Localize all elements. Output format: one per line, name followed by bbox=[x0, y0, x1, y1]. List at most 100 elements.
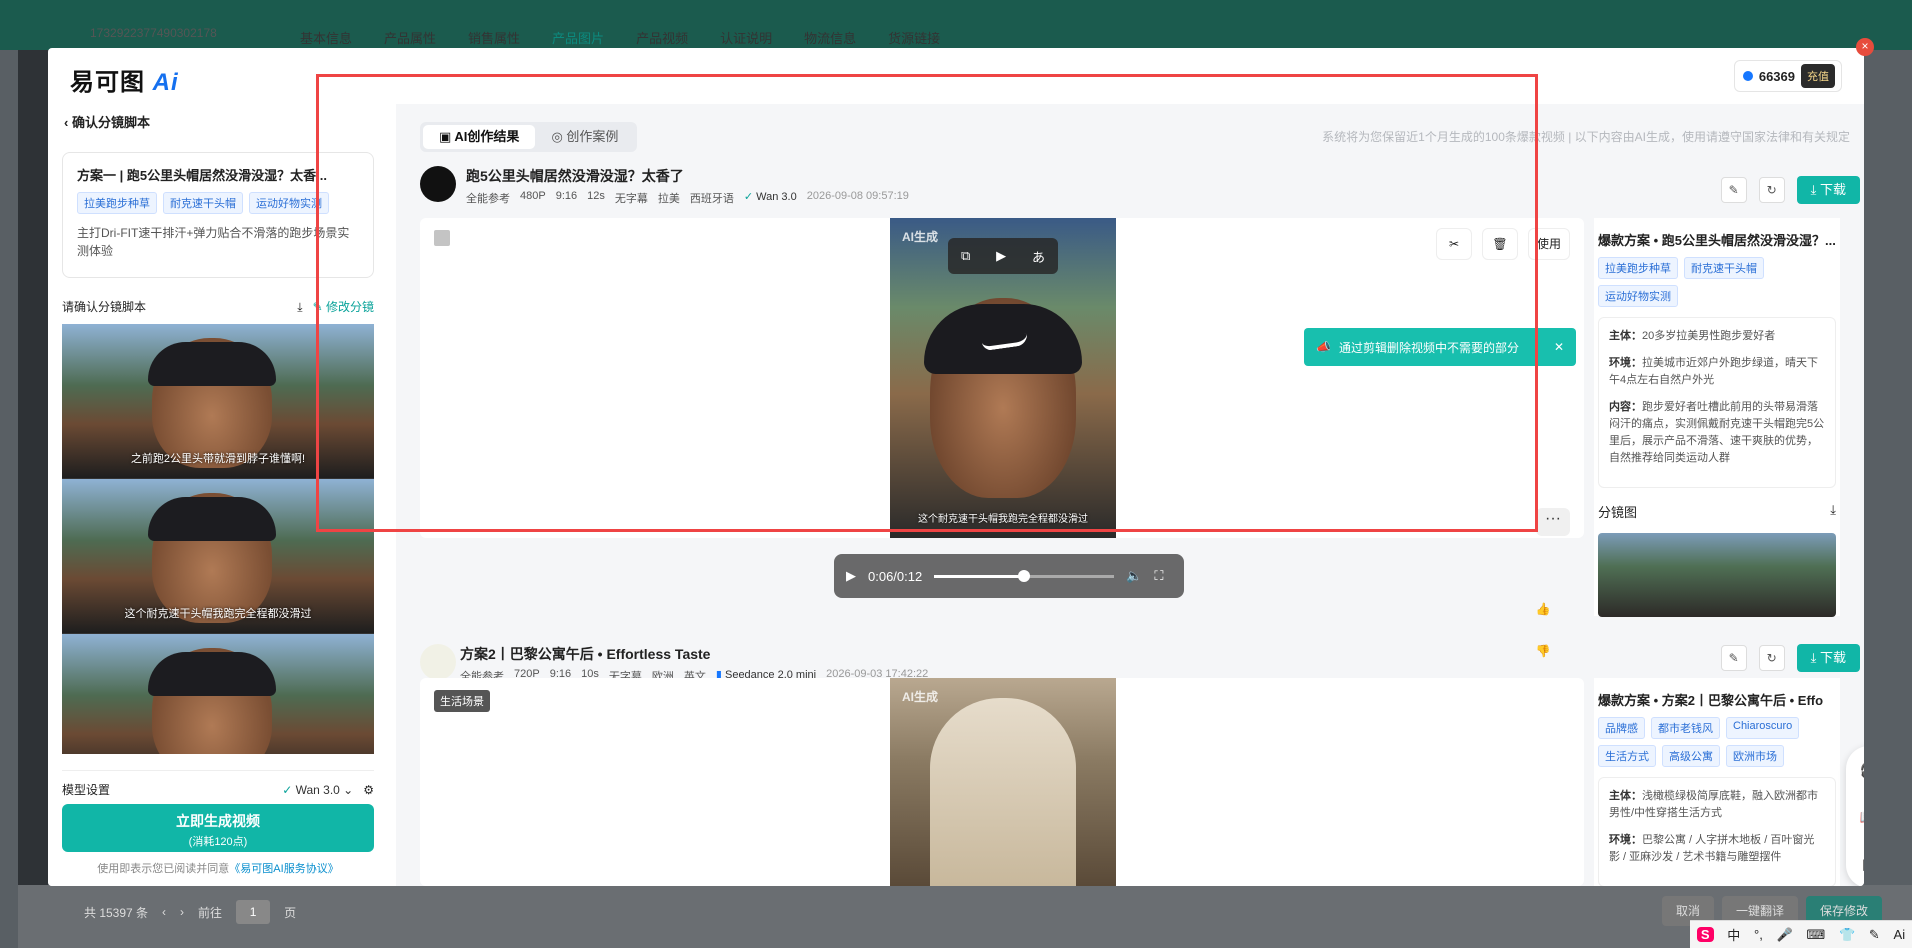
close-icon[interactable]: ✕ bbox=[1554, 340, 1564, 354]
panel-description: 主体：浅橄榄绿极简厚底鞋，融入欧洲都市男性/中性穿搭生活方式 环境：巴黎公寓 /… bbox=[1598, 777, 1836, 886]
case-icon: ◎ bbox=[551, 129, 567, 144]
fullscreen-icon[interactable]: ⛶ bbox=[1154, 568, 1163, 584]
tab-ai-results[interactable]: ▣ AI创作结果 bbox=[423, 125, 536, 149]
plan-detail-panel: 爆款方案 • 跑5公里头帽居然没滑没湿？... 拉美跑步种草 耐克速干头帽 运动… bbox=[1594, 218, 1840, 617]
subject-key: 主体： bbox=[1609, 330, 1642, 342]
meta-model: ✓ Wan 3.0 bbox=[744, 190, 797, 206]
book-icon[interactable]: 📖 bbox=[1860, 808, 1864, 826]
scissors-icon[interactable]: ✂ bbox=[1435, 228, 1472, 260]
megaphone-icon: 📣 bbox=[1316, 340, 1331, 354]
tag: Chiaroscuro bbox=[1726, 717, 1800, 739]
tab-label: 创作案例 bbox=[566, 129, 619, 144]
tab-cases[interactable]: ◎ 创作案例 bbox=[535, 125, 634, 149]
storyboard-frames: 之前跑2公里头带就滑到脖子谁懂啊! 这个耐克速干头帽我跑完全程都没滑过 bbox=[62, 324, 374, 754]
shirt-icon[interactable]: 👕 bbox=[1839, 927, 1855, 943]
settings-sliders-icon[interactable]: ⚙ bbox=[363, 783, 374, 797]
goto-label: 前往 bbox=[198, 905, 223, 920]
ime-lang[interactable]: 中 bbox=[1727, 925, 1740, 944]
generate-video-button[interactable]: 立即生成视频 (消耗120点) bbox=[62, 804, 374, 852]
result-tabs: ▣ AI创作结果 ◎ 创作案例 bbox=[420, 122, 638, 152]
check-shield-icon: ✓ bbox=[282, 782, 296, 797]
edit-label: 修改分镜 bbox=[325, 300, 374, 314]
scene-tag: 生活场景 bbox=[434, 690, 490, 712]
refresh-icon[interactable]: ↻ bbox=[1758, 177, 1785, 203]
download-icon[interactable]: ⤓ bbox=[297, 300, 302, 314]
plan-card[interactable]: 方案一 | 跑5公里头帽居然没滑没湿？太香... 拉美跑步种草 耐克速干头帽 运… bbox=[62, 152, 374, 278]
meta-item: 西班牙语 bbox=[689, 193, 734, 205]
ime-logo[interactable]: S bbox=[1696, 927, 1714, 942]
download-icon[interactable]: ⤓ bbox=[1830, 502, 1836, 521]
thumbs-up-icon[interactable]: 👍 bbox=[1530, 596, 1556, 622]
meta-item: 480P bbox=[520, 190, 546, 202]
result-title: 方案2丨巴黎公寓午后 • Effortless Taste bbox=[460, 646, 711, 662]
edit-storyboard-link[interactable]: ✎ 修改分镜 bbox=[313, 300, 374, 314]
video-preview[interactable]: AI生成 ⧉ ▶ あ 这个耐克速干头帽我跑完全程都没滑过 bbox=[890, 218, 1116, 538]
volume-icon[interactable]: 🔈 bbox=[1126, 568, 1142, 584]
agreement-link[interactable]: 《易可图AI服务协议》 bbox=[229, 863, 338, 875]
prev-page-icon[interactable]: ‹ bbox=[162, 905, 166, 919]
select-checkbox[interactable] bbox=[434, 230, 450, 246]
ime-toolbar: S 中 °, 🎤 ⌨ 👕 ✎ Ai bbox=[1690, 920, 1912, 948]
edit-icon[interactable]: ✎ bbox=[1720, 177, 1747, 203]
next-page-icon[interactable]: › bbox=[180, 905, 184, 919]
crop-icon[interactable]: ⧉ bbox=[961, 248, 970, 264]
check-shield-icon: ✓ bbox=[743, 191, 757, 203]
meta-date: 2026-09-08 09:57:19 bbox=[806, 190, 909, 202]
bg-tab[interactable]: 货源链接 bbox=[888, 24, 940, 50]
tag: 欧洲市场 bbox=[1726, 745, 1784, 767]
model-value: Wan 3.0 bbox=[295, 782, 340, 797]
punctuation-icon[interactable]: °, bbox=[1754, 927, 1763, 942]
bg-tab[interactable]: 基本信息 bbox=[300, 24, 352, 50]
model-name: Wan 3.0 bbox=[756, 191, 797, 203]
bg-tab[interactable]: 物流信息 bbox=[804, 24, 856, 50]
background-sidebar bbox=[18, 50, 48, 900]
script-header: 请确认分镜脚本 ⤓ ✎ 修改分镜 bbox=[62, 298, 374, 315]
bg-tab[interactable]: 产品视频 bbox=[636, 24, 688, 50]
progress-knob[interactable] bbox=[1018, 569, 1031, 582]
play-icon[interactable]: ▶ bbox=[846, 568, 856, 584]
bg-tab-active[interactable]: 产品图片 bbox=[552, 24, 604, 50]
thumbs-down-icon[interactable]: 👎 bbox=[1530, 638, 1556, 664]
plan-detail-panel: 爆款方案 • 方案2丨巴黎公寓午后 • Effo 品牌感 都市老钱风 Chiar… bbox=[1594, 678, 1840, 886]
grid-icon[interactable]: ▦ bbox=[1862, 855, 1864, 873]
tag: 耐克速干头帽 bbox=[163, 192, 243, 214]
bg-tab[interactable]: 产品属性 bbox=[384, 24, 436, 50]
logo-text: 易可图 bbox=[70, 69, 145, 96]
trash-icon[interactable]: 🗑 bbox=[1481, 228, 1518, 260]
more-icon[interactable]: ··· bbox=[1536, 508, 1570, 536]
keyboard-icon[interactable]: ⌨ bbox=[1806, 927, 1825, 943]
storyboard-image[interactable] bbox=[1598, 533, 1836, 617]
refresh-icon[interactable]: ↻ bbox=[1758, 645, 1785, 671]
download-button[interactable]: ⤓ 下载 bbox=[1796, 176, 1860, 204]
download-button[interactable]: ⤓ 下载 bbox=[1796, 644, 1860, 672]
bg-tab[interactable]: 认证说明 bbox=[720, 24, 772, 50]
video-ai-icon[interactable]: ▶ bbox=[996, 248, 1006, 264]
video-progress[interactable] bbox=[934, 569, 1115, 582]
translate-icon[interactable]: あ bbox=[1032, 247, 1045, 266]
model-select[interactable]: ✓ Wan 3.0 ⌄ bbox=[282, 783, 353, 797]
page-input[interactable]: 1 bbox=[236, 900, 271, 924]
tag: 生活方式 bbox=[1598, 745, 1656, 767]
tag: 耐克速干头帽 bbox=[1684, 257, 1764, 279]
credits-box: 66369 充值 bbox=[1733, 60, 1842, 92]
back-link[interactable]: ‹ 确认分镜脚本 bbox=[64, 112, 150, 131]
modal-close-icon[interactable]: × bbox=[1856, 38, 1874, 56]
pen-icon[interactable]: ✎ bbox=[1869, 927, 1880, 943]
panel-title: 爆款方案 • 跑5公里头帽居然没滑没湿？... bbox=[1598, 233, 1836, 248]
download-icon: ⤓ bbox=[1810, 650, 1820, 665]
use-button[interactable]: 使用 bbox=[1527, 228, 1570, 260]
headset-icon[interactable]: 🎧 bbox=[1860, 761, 1864, 779]
bg-tab[interactable]: 销售属性 bbox=[468, 24, 520, 50]
mic-icon[interactable]: 🎤 bbox=[1777, 927, 1793, 943]
result-title: 跑5公里头帽居然没滑没湿？太香了 bbox=[466, 168, 684, 184]
generate-label: 立即生成视频 bbox=[176, 813, 260, 829]
video-preview[interactable]: AI生成 bbox=[890, 678, 1116, 886]
result-avatar bbox=[420, 166, 456, 202]
recharge-button[interactable]: 充值 bbox=[1801, 64, 1835, 88]
ai-icon[interactable]: Ai bbox=[1894, 927, 1906, 942]
content-key: 内容： bbox=[1609, 401, 1642, 413]
tag: 都市老钱风 bbox=[1651, 717, 1720, 739]
video-time: 0:06/0:12 bbox=[868, 568, 923, 584]
plan-title: 方案一 | 跑5公里头帽居然没滑没湿？太香... bbox=[77, 168, 327, 183]
edit-icon[interactable]: ✎ bbox=[1720, 645, 1747, 671]
